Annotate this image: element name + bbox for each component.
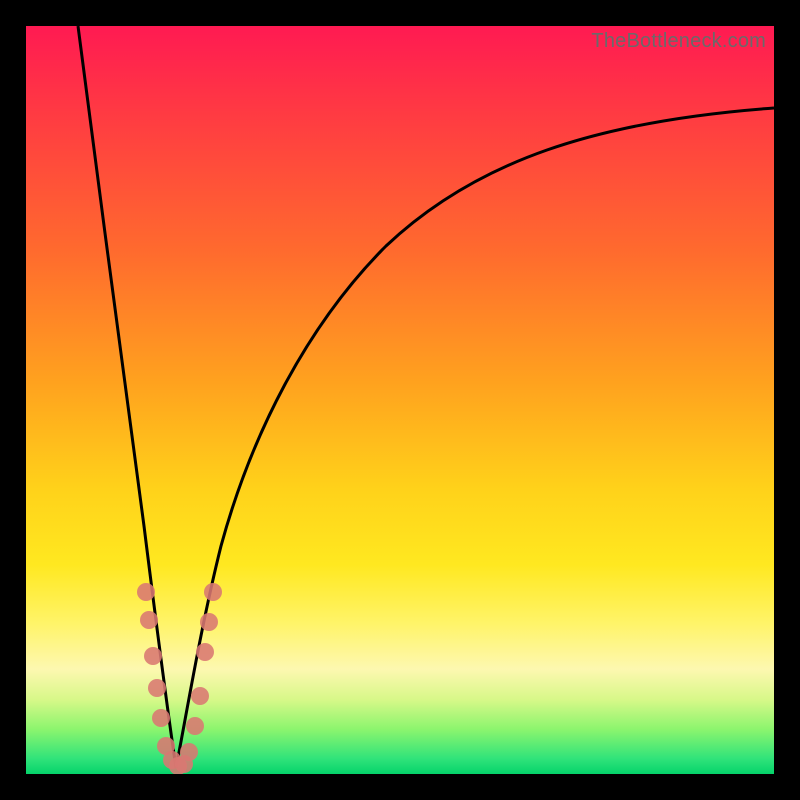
data-point — [148, 679, 166, 697]
curve-right-branch — [176, 108, 774, 768]
data-point — [152, 709, 170, 727]
data-point — [200, 613, 218, 631]
data-point — [140, 611, 158, 629]
chart-frame: TheBottleneck.com — [0, 0, 800, 800]
data-point — [191, 687, 209, 705]
data-point — [144, 647, 162, 665]
data-point — [204, 583, 222, 601]
chart-plot-area: TheBottleneck.com — [26, 26, 774, 774]
data-point — [137, 583, 155, 601]
bottleneck-curve — [26, 26, 774, 774]
data-point — [186, 717, 204, 735]
data-point — [180, 743, 198, 761]
data-point — [196, 643, 214, 661]
